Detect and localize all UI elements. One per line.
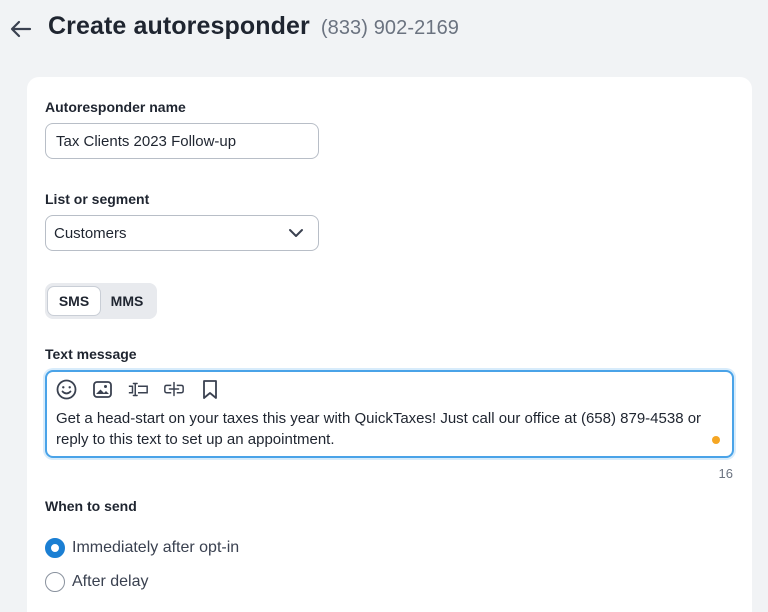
text-message-editor[interactable]: Get a head-start on your taxes this year… (45, 370, 734, 458)
tab-mms[interactable]: MMS (101, 286, 153, 316)
character-count: 16 (718, 466, 733, 481)
image-icon[interactable] (91, 378, 113, 400)
message-type-toggle: SMS MMS (45, 283, 157, 319)
text-field-icon[interactable] (127, 378, 149, 400)
autoresponder-name-input[interactable] (45, 123, 319, 159)
when-to-send-label: When to send (45, 498, 137, 514)
list-segment-label: List or segment (45, 191, 150, 207)
radio-after-delay[interactable]: After delay (45, 572, 148, 592)
text-message-label: Text message (45, 346, 137, 362)
bookmark-icon[interactable] (199, 378, 221, 400)
emoji-icon[interactable] (55, 378, 77, 400)
list-segment-value: Customers (54, 224, 127, 242)
chevron-down-icon (288, 225, 304, 245)
link-field-icon[interactable] (163, 378, 185, 400)
message-text: Get a head-start on your taxes this year… (56, 410, 702, 448)
radio-unchecked-icon[interactable] (45, 572, 65, 592)
list-segment-select[interactable]: Customers (45, 215, 319, 251)
page-title: Create autoresponder (833) 902-2169 (48, 12, 459, 41)
tab-sms[interactable]: SMS (47, 286, 101, 316)
status-dot-icon (712, 436, 720, 444)
radio-immediately-label: Immediately after opt-in (72, 539, 240, 556)
back-arrow-icon[interactable] (9, 17, 33, 41)
page-header: Create autoresponder (833) 902-2169 (0, 0, 768, 60)
page-title-text: Create autoresponder (48, 12, 310, 40)
phone-number: (833) 902-2169 (320, 17, 460, 39)
form-card: Autoresponder name List or segment Custo… (27, 77, 752, 612)
autoresponder-name-label: Autoresponder name (45, 99, 186, 115)
radio-after-delay-label: After delay (72, 573, 149, 590)
radio-checked-icon[interactable] (45, 538, 65, 558)
radio-immediately[interactable]: Immediately after opt-in (45, 538, 239, 558)
message-toolbar (55, 378, 221, 400)
